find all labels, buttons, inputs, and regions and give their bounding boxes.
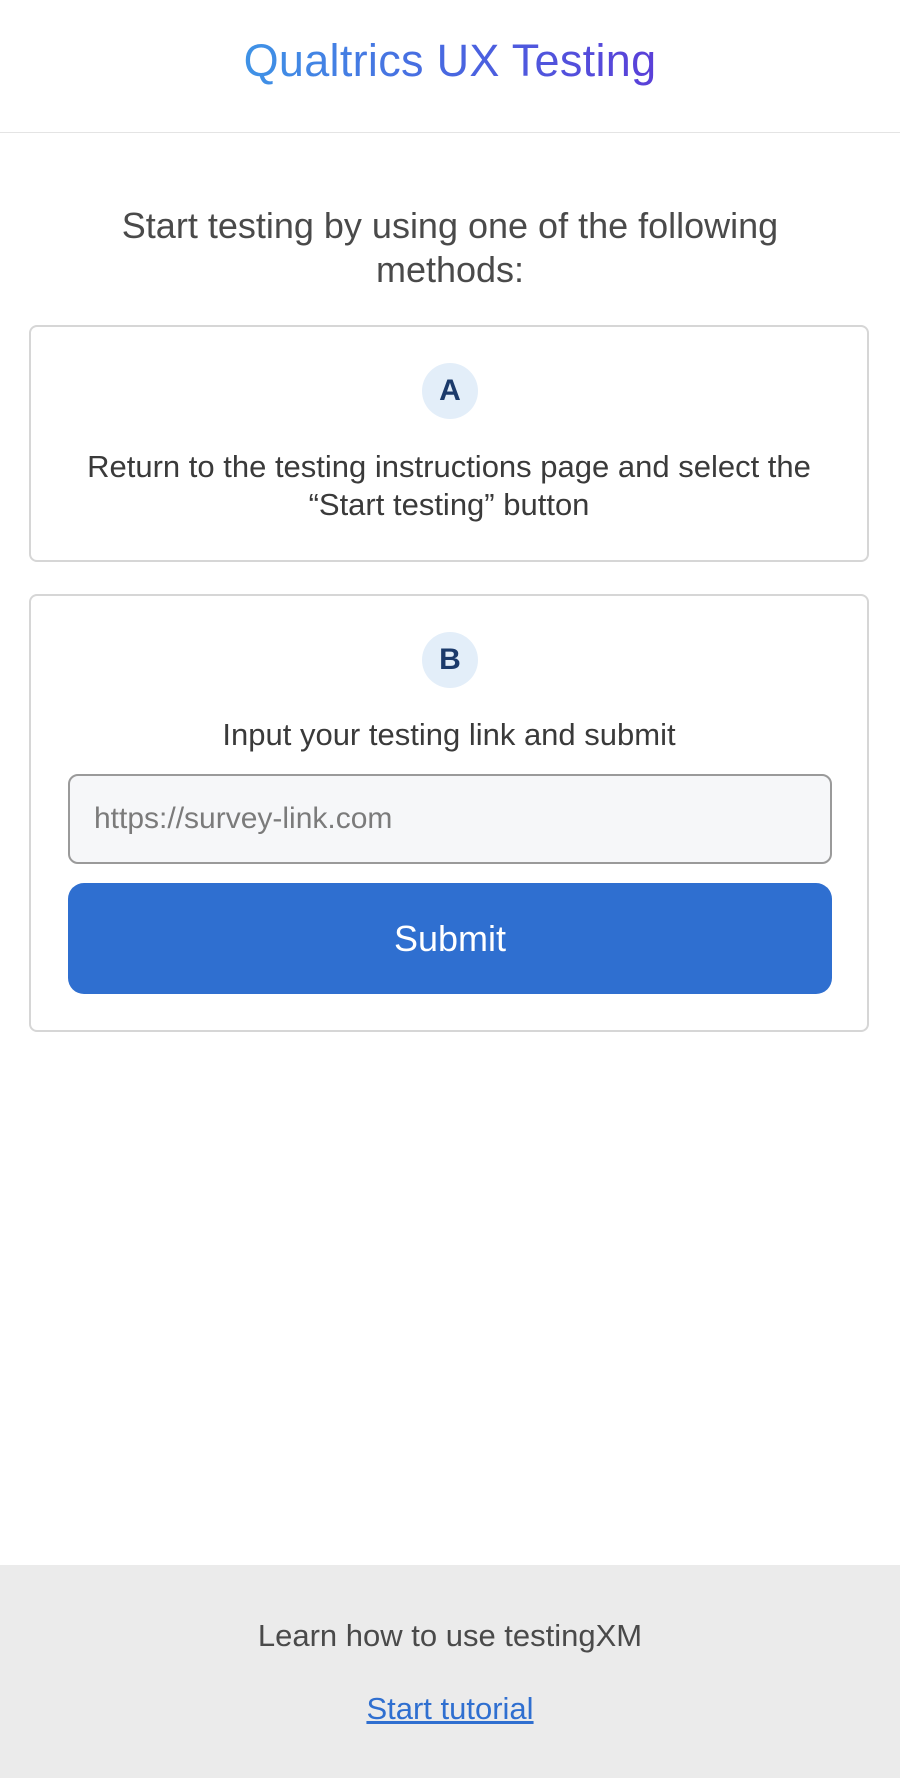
footer-text: Learn how to use testingXM <box>257 1618 643 1653</box>
footer: Learn how to use testingXM Start tutoria… <box>0 1565 900 1778</box>
header: Qualtrics UX Testing <box>0 0 900 133</box>
method-b-text: Input your testing link and submit <box>222 717 676 752</box>
start-tutorial-link[interactable]: Start tutorial <box>0 1691 900 1727</box>
method-b-badge: B <box>422 632 478 688</box>
intro-text: Start testing by using one of the follow… <box>121 205 779 290</box>
testing-link-input[interactable] <box>68 774 832 864</box>
method-b-card: B Input your testing link and submit Sub… <box>29 594 869 1032</box>
app-title: Qualtrics UX Testing <box>243 35 657 86</box>
page: Qualtrics UX Testing Start testing by us… <box>0 0 900 1778</box>
method-a-badge: A <box>422 363 478 419</box>
method-a-text: Return to the testing instructions page … <box>87 449 811 522</box>
submit-button[interactable]: Submit <box>68 883 832 994</box>
method-a-card: A Return to the testing instructions pag… <box>29 325 869 562</box>
